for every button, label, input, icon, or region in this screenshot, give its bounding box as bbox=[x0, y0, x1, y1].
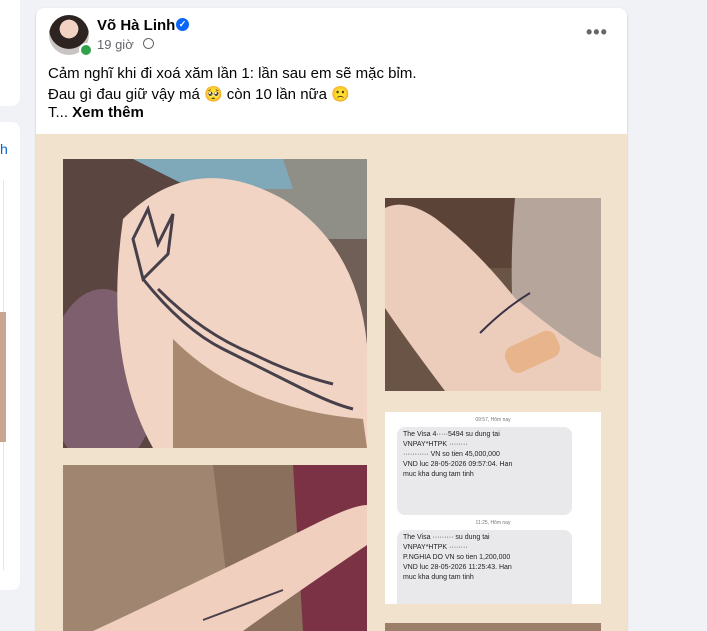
photo-forearm[interactable] bbox=[63, 465, 367, 631]
sms-bubble-1: The Visa 4·····5494 su dung tai VNPAY*HT… bbox=[397, 427, 572, 515]
see-more-link[interactable]: Xem thêm bbox=[72, 104, 144, 121]
sms-line: The Visa 4·····5494 su dung tai bbox=[403, 431, 500, 438]
sms-line: VNPAY*HTPK ········ bbox=[403, 544, 468, 551]
left-card-top bbox=[0, 0, 20, 106]
photo-arm-tattoo[interactable] bbox=[385, 198, 601, 391]
sms-time-2: 11:25, Hôm nay bbox=[475, 520, 511, 526]
left-thumbnail[interactable] bbox=[0, 312, 6, 442]
post-text-line-1: Cảm nghĩ khi đi xoá xăm lần 1: lần sau e… bbox=[48, 65, 417, 82]
sms-line: muc kha dung tam tinh bbox=[403, 574, 474, 581]
photo-sms-screenshot[interactable]: 09:57, Hôm nay The Visa 4·····5494 su du… bbox=[385, 412, 601, 604]
sms-line: P.NGHIA DO VN so tien 1,200,000 bbox=[403, 554, 511, 561]
photo-back-tattoo[interactable] bbox=[63, 159, 367, 448]
sms-line: VNPAY*HTPK ········ bbox=[403, 441, 468, 448]
post-time[interactable]: 19 giờ bbox=[97, 37, 134, 52]
post-card: Võ Hà Linh ✓ 19 giờ ••• Cảm nghĩ khi đi … bbox=[36, 8, 627, 631]
truncated-text: T... bbox=[48, 104, 73, 121]
sms-line: VND luc 28-05-2026 09:57:04. Han bbox=[403, 461, 513, 468]
verified-badge-icon: ✓ bbox=[176, 18, 189, 31]
media-grid: 09:57, Hôm nay The Visa 4·····5494 su du… bbox=[36, 134, 627, 631]
photo-peek[interactable] bbox=[385, 623, 601, 631]
sms-line: The Visa ········· su dung tai bbox=[403, 534, 490, 541]
sms-line: ··········· VN so tien 45,000,000 bbox=[403, 451, 500, 458]
sms-line: muc kha dung tam tinh bbox=[403, 471, 474, 478]
online-indicator bbox=[79, 43, 93, 57]
sms-time-1: 09:57, Hôm nay bbox=[475, 417, 511, 423]
more-options-icon[interactable]: ••• bbox=[586, 22, 608, 43]
left-link[interactable]: h bbox=[0, 141, 8, 157]
sms-line: VND luc 28-05-2026 11:25:43. Han bbox=[403, 564, 512, 571]
author-name[interactable]: Võ Hà Linh bbox=[97, 17, 175, 34]
sms-bubble-2: The Visa ········· su dung tai VNPAY*HTP… bbox=[397, 530, 572, 604]
post-text-line-3: T... Xem thêm bbox=[48, 102, 144, 123]
globe-icon bbox=[143, 38, 154, 49]
